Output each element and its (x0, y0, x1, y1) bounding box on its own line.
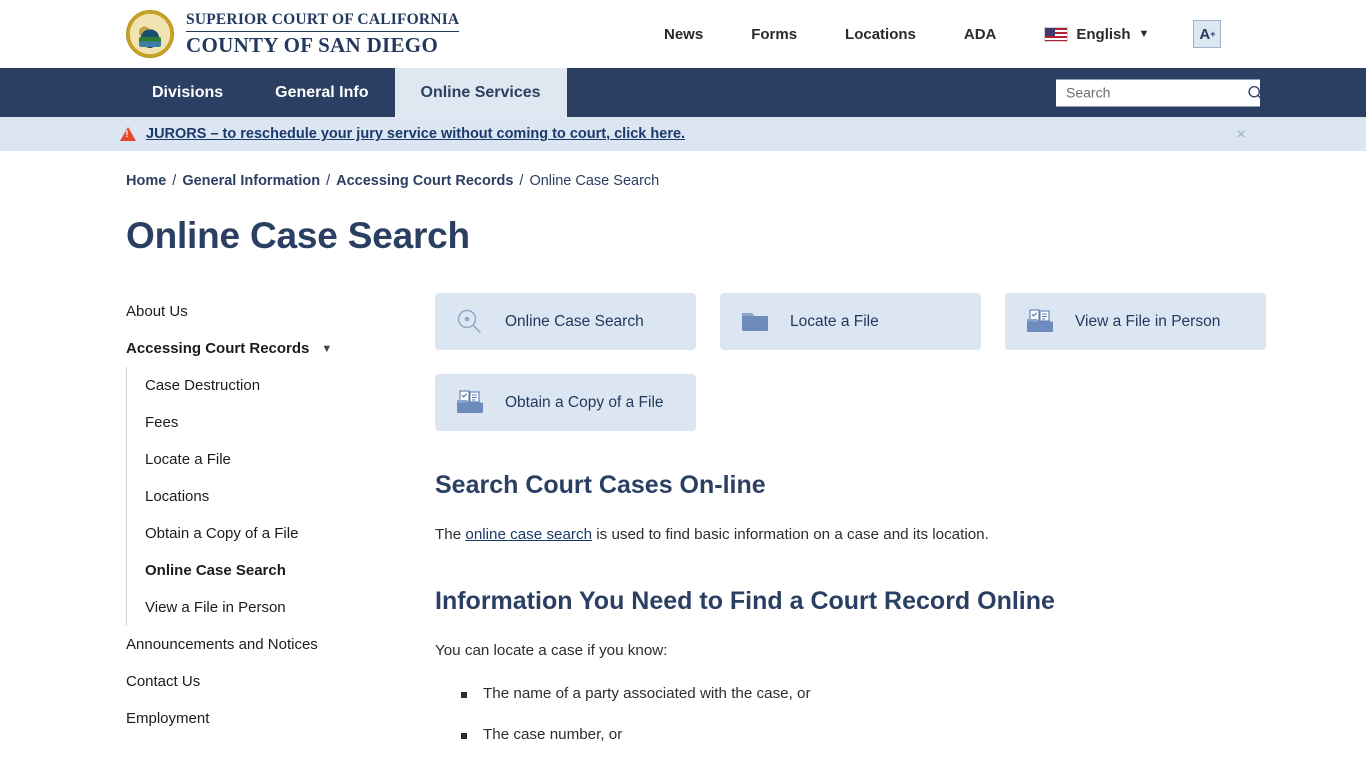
locate-case-paragraph: You can locate a case if you know: (435, 640, 1366, 663)
folder-documents-icon (453, 388, 487, 418)
sidebar-item-locate-a-file[interactable]: Locate a File (145, 441, 410, 478)
sidebar-item-view-a-file-in-person[interactable]: View a File in Person (145, 589, 410, 626)
sidebar-subnav: Case Destruction Fees Locate a File Loca… (126, 367, 410, 626)
brand-text: SUPERIOR COURT OF CALIFORNIA COUNTY OF S… (186, 12, 459, 55)
court-seal-icon (126, 10, 174, 58)
breadcrumb-separator: / (326, 173, 330, 189)
intro-paragraph: The online case search is used to find b… (435, 524, 1366, 547)
utility-bar: SUPERIOR COURT OF CALIFORNIA COUNTY OF S… (0, 0, 1366, 68)
quick-link-cards: Online Case Search Locate a File (435, 293, 1271, 431)
text-size-letter: A (1199, 26, 1210, 43)
main-content: Online Case Search Locate a File (410, 293, 1366, 767)
card-view-a-file-in-person[interactable]: View a File in Person (1005, 293, 1266, 350)
language-label: English (1076, 26, 1130, 43)
brand-line-1: SUPERIOR COURT OF CALIFORNIA (186, 12, 459, 31)
text-size-button[interactable]: A+ (1193, 20, 1221, 48)
breadcrumb-item-current: Online Case Search (529, 173, 659, 189)
online-case-search-link[interactable]: online case search (465, 526, 592, 543)
text-size-plus: + (1210, 29, 1215, 39)
sidebar: About Us Accessing Court Records ▼ Case … (126, 293, 410, 767)
nav-item-divisions[interactable]: Divisions (126, 68, 249, 117)
card-label: View a File in Person (1075, 312, 1220, 331)
chevron-down-icon: ▼ (1139, 28, 1150, 40)
search-input[interactable] (1066, 85, 1247, 101)
sidebar-item-online-case-search[interactable]: Online Case Search (145, 552, 410, 589)
card-label: Online Case Search (505, 312, 644, 331)
breadcrumb-separator: / (519, 173, 523, 189)
utility-nav: News Forms Locations ADA English ▼ A+ (640, 0, 1221, 68)
alert-banner: JURORS – to reschedule your jury service… (0, 117, 1366, 151)
section-heading-information-you-need: Information You Need to Find a Court Rec… (435, 587, 1366, 616)
sidebar-item-fees[interactable]: Fees (145, 404, 410, 441)
site-brand[interactable]: SUPERIOR COURT OF CALIFORNIA COUNTY OF S… (126, 10, 459, 58)
main-navigation: Divisions General Info Online Services (0, 68, 1366, 117)
sidebar-item-contact-us[interactable]: Contact Us (126, 663, 410, 700)
language-selector[interactable]: English ▼ (1020, 26, 1167, 43)
warning-triangle-icon (120, 127, 136, 141)
nav-item-online-services[interactable]: Online Services (395, 68, 567, 117)
paragraph-text-before: The (435, 526, 465, 543)
sidebar-item-obtain-a-copy-of-a-file[interactable]: Obtain a Copy of a File (145, 515, 410, 552)
page-layout: About Us Accessing Court Records ▼ Case … (0, 293, 1366, 767)
breadcrumb-separator: / (172, 173, 176, 189)
folder-icon (738, 307, 772, 337)
sidebar-item-announcements-and-notices[interactable]: Announcements and Notices (126, 626, 410, 663)
sidebar-item-about-us[interactable]: About Us (126, 293, 410, 330)
section-heading-search-court-cases: Search Court Cases On-line (435, 471, 1366, 500)
card-online-case-search[interactable]: Online Case Search (435, 293, 696, 350)
sidebar-group-label: Accessing Court Records (126, 340, 309, 357)
sidebar-item-employment[interactable]: Employment (126, 700, 410, 737)
requirements-list: The name of a party associated with the … (461, 685, 1366, 743)
breadcrumb: Home / General Information / Accessing C… (0, 151, 1366, 189)
breadcrumb-item-accessing-court-records[interactable]: Accessing Court Records (336, 173, 513, 189)
utility-link-locations[interactable]: Locations (821, 26, 940, 43)
breadcrumb-item-general-information[interactable]: General Information (182, 173, 320, 189)
paragraph-text-after: is used to find basic information on a c… (592, 526, 989, 543)
close-icon[interactable]: × (1236, 126, 1246, 143)
utility-link-ada[interactable]: ADA (940, 26, 1021, 43)
brand-line-2: COUNTY OF SAN DIEGO (186, 32, 459, 56)
folder-documents-icon (1023, 307, 1057, 337)
breadcrumb-item-home[interactable]: Home (126, 173, 166, 189)
us-flag-icon (1044, 27, 1068, 42)
card-label: Locate a File (790, 312, 879, 331)
alert-link[interactable]: JURORS – to reschedule your jury service… (146, 126, 685, 142)
nav-item-general-info[interactable]: General Info (249, 68, 394, 117)
utility-link-news[interactable]: News (640, 26, 727, 43)
sidebar-item-locations[interactable]: Locations (145, 478, 410, 515)
magnifier-icon (453, 307, 487, 337)
card-obtain-a-copy-of-a-file[interactable]: Obtain a Copy of a File (435, 374, 696, 431)
list-item: The case number, or (461, 726, 1366, 743)
card-label: Obtain a Copy of a File (505, 393, 664, 412)
chevron-down-icon: ▼ (321, 343, 332, 355)
card-locate-a-file[interactable]: Locate a File (720, 293, 981, 350)
list-item: The name of a party associated with the … (461, 685, 1366, 702)
search-box[interactable] (1056, 79, 1260, 106)
utility-link-forms[interactable]: Forms (727, 26, 821, 43)
sidebar-item-case-destruction[interactable]: Case Destruction (145, 367, 410, 404)
search-icon[interactable] (1247, 84, 1264, 101)
sidebar-group-accessing-court-records[interactable]: Accessing Court Records ▼ (126, 330, 410, 367)
page-title: Online Case Search (126, 215, 1366, 257)
